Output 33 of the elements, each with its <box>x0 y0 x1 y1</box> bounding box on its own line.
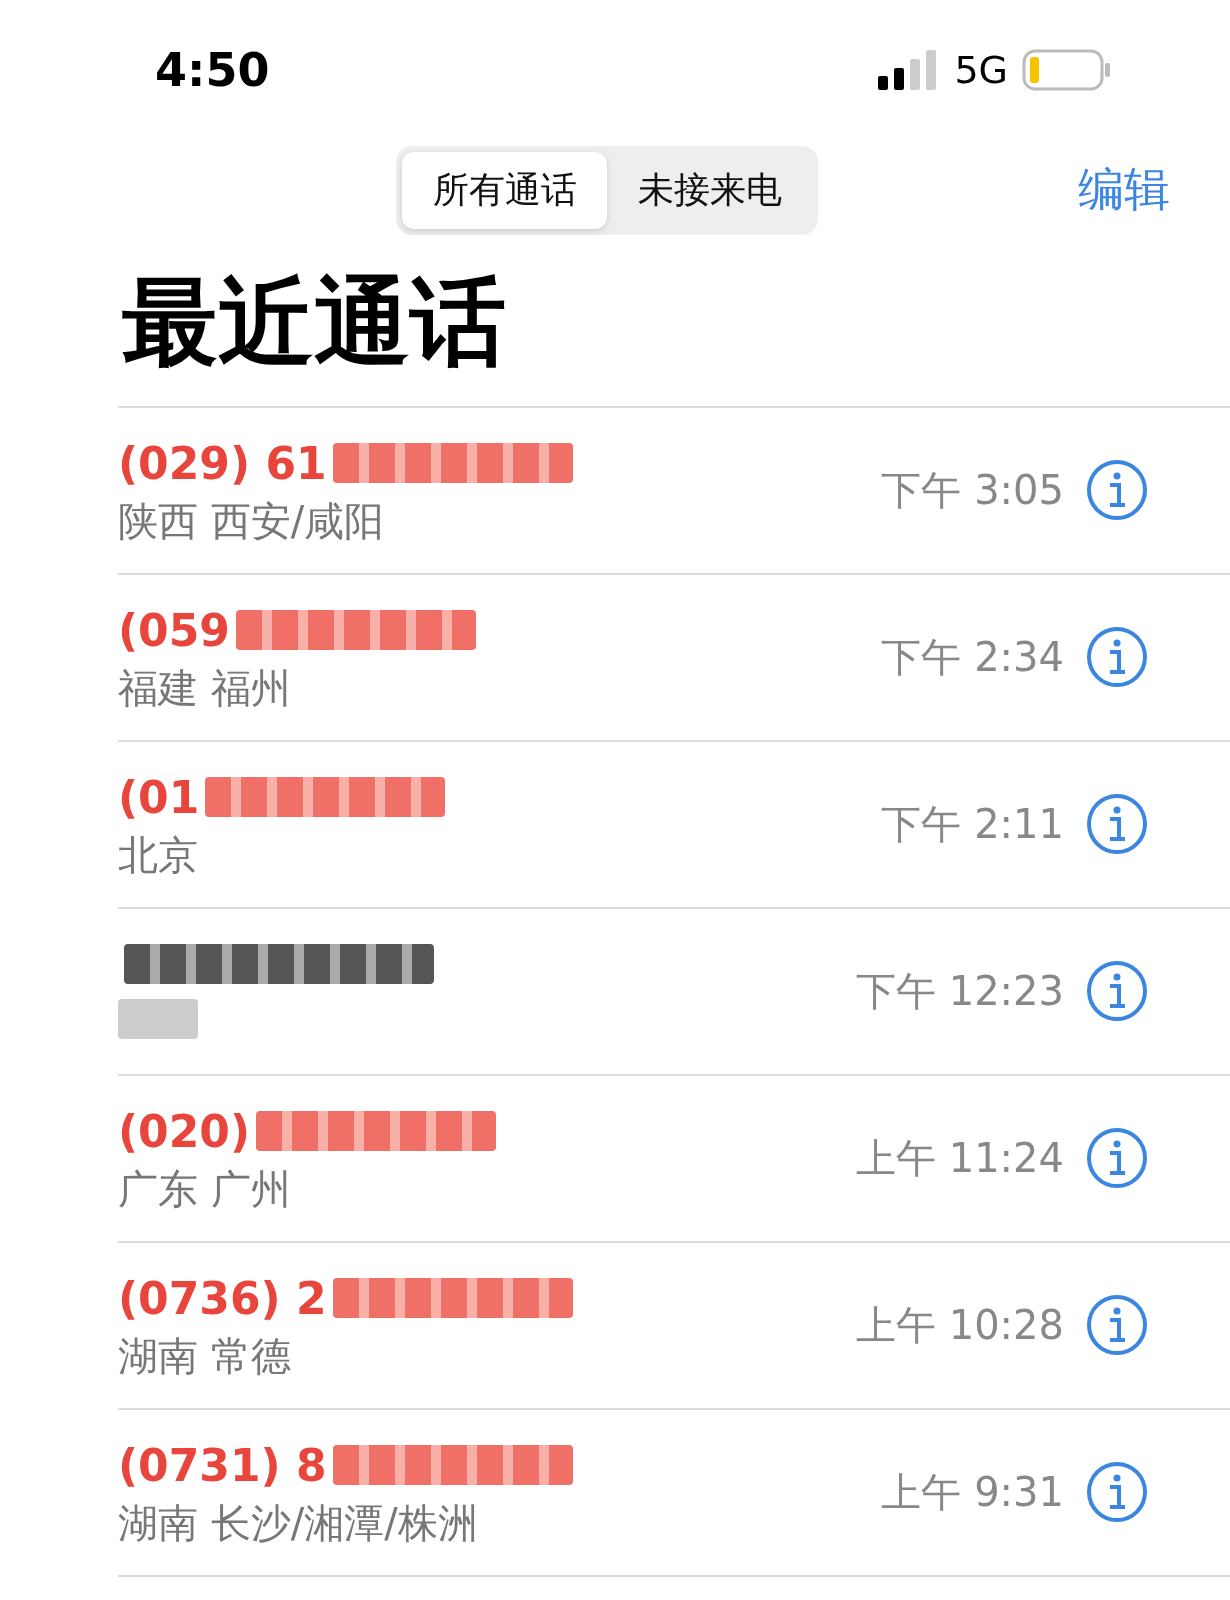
call-location: 湖南 常德 <box>118 1332 292 1380</box>
call-location: 湖南 长沙/湘潭/株洲 <box>118 1499 479 1547</box>
call-time: 下午 12:23 <box>856 966 1064 1016</box>
phone-number: (059 <box>118 604 230 656</box>
info-icon[interactable] <box>1086 1127 1148 1190</box>
segment-tab[interactable]: 所有通话 <box>402 151 607 229</box>
phone-number: (01 <box>118 771 200 823</box>
phone-number: (029) 61 <box>118 437 327 489</box>
call-time: 下午 3:05 <box>881 465 1064 515</box>
edit-button[interactable]: 编辑 <box>1078 159 1170 221</box>
clock-time: 4:50 <box>155 43 271 97</box>
info-icon[interactable] <box>1086 626 1148 689</box>
call-location: 广东 广州 <box>118 1165 292 1213</box>
call-location: 陕西 西安/咸阳 <box>118 497 386 545</box>
call-location: 北京 <box>118 831 199 879</box>
call-time: 下午 2:11 <box>881 799 1064 849</box>
call-time: 上午 9:31 <box>881 1467 1064 1517</box>
call-time: 下午 2:34 <box>881 632 1064 682</box>
phone-number: (0736) 2 <box>118 1272 327 1324</box>
network-label: 5G <box>954 48 1008 92</box>
call-location: 福建 福州 <box>118 664 292 712</box>
info-icon[interactable] <box>1086 960 1148 1023</box>
info-icon[interactable] <box>1086 459 1148 522</box>
phone-number: (0731) 8 <box>118 1439 327 1491</box>
info-icon[interactable] <box>1086 1294 1148 1357</box>
call-time: 上午 11:24 <box>856 1133 1064 1183</box>
battery-icon <box>1022 49 1112 91</box>
info-icon[interactable] <box>1086 1461 1148 1524</box>
call-time: 上午 10:28 <box>856 1300 1064 1350</box>
phone-number: (020) <box>118 1105 251 1157</box>
page-title: 最近通话 <box>122 270 507 376</box>
segment-tab[interactable]: 未接来电 <box>607 151 812 229</box>
info-icon[interactable] <box>1086 793 1148 856</box>
